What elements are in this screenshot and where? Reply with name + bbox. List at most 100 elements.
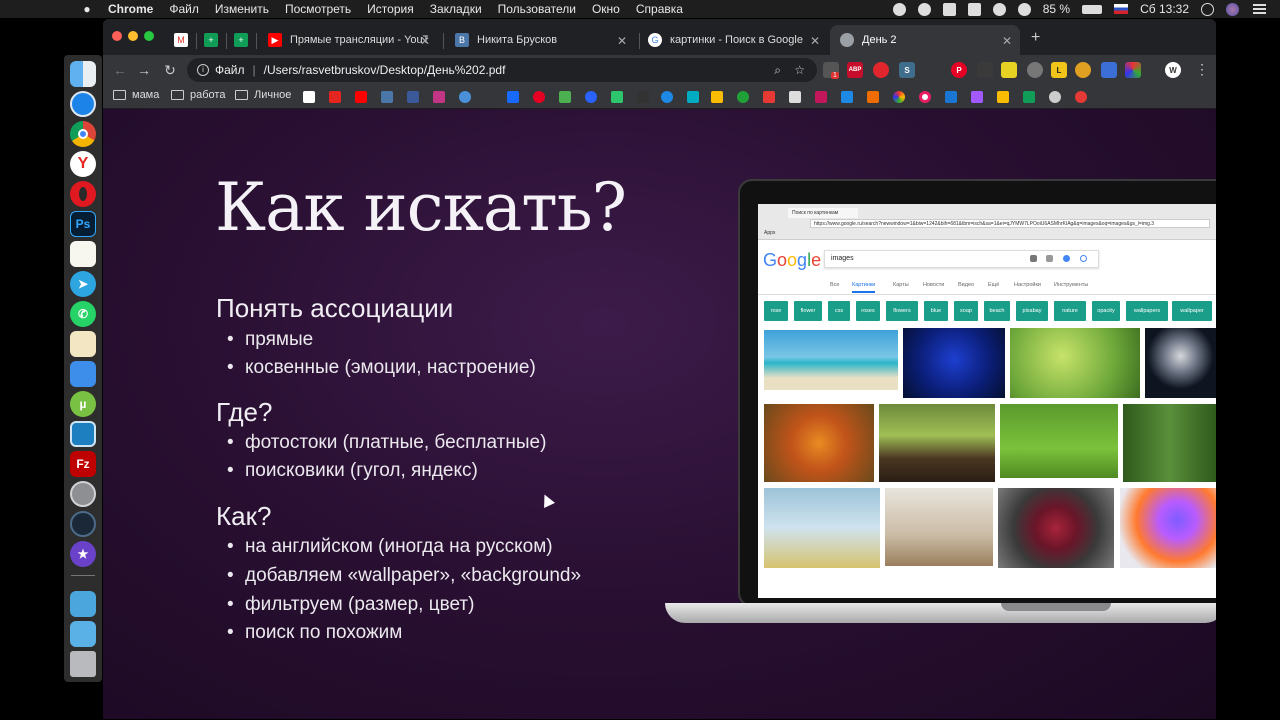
back-button[interactable]: ←	[111, 61, 129, 79]
menu-history[interactable]: История	[367, 2, 414, 16]
colorful-extension-icon[interactable]	[1125, 62, 1141, 78]
stickies-icon[interactable]	[70, 241, 96, 267]
menu-window[interactable]: Окно	[592, 2, 620, 16]
info-icon[interactable]: i	[197, 64, 209, 76]
pinterest-bookmark-icon[interactable]	[533, 91, 545, 103]
close-tab-icon[interactable]: ✕	[420, 34, 430, 48]
keynote-icon[interactable]	[70, 361, 96, 387]
orange-bookmark-icon[interactable]	[867, 91, 879, 103]
close-tab-icon[interactable]: ✕	[617, 34, 627, 48]
menu-edit[interactable]: Изменить	[215, 2, 269, 16]
bookmark-star-icon[interactable]: ☆	[794, 63, 805, 77]
youtube-bookmark-icon[interactable]	[355, 91, 367, 103]
sheets-pinned-tab-icon[interactable]: +	[204, 33, 218, 47]
applications-folder-icon[interactable]	[70, 621, 96, 647]
m-bookmark-icon[interactable]	[841, 91, 853, 103]
evernote-extension-icon[interactable]	[977, 62, 993, 78]
instagram-bookmark-icon[interactable]	[433, 91, 445, 103]
yandex-bookmark-icon[interactable]	[329, 91, 341, 103]
new-tab-button[interactable]: +	[1031, 29, 1040, 47]
check-bookmark-icon[interactable]	[637, 91, 649, 103]
youtube-ext-icon[interactable]	[1075, 62, 1091, 78]
blue-bookmark-icon[interactable]	[585, 91, 597, 103]
sberbank-bookmark-icon[interactable]	[737, 91, 749, 103]
trash-icon[interactable]	[70, 651, 96, 677]
menu-people[interactable]: Пользователи	[498, 2, 576, 16]
zoom-icon[interactable]: ⌕	[774, 63, 781, 78]
spotlight-icon[interactable]	[1201, 2, 1214, 16]
tab-day-2[interactable]: День 2 ✕	[830, 25, 1020, 55]
imovie-icon[interactable]: ★	[70, 541, 96, 567]
adblock-extension-icon[interactable]	[873, 62, 889, 78]
grid-bookmark-icon[interactable]	[789, 91, 801, 103]
gmail-bookmark-icon[interactable]	[303, 91, 315, 103]
system-preferences-icon[interactable]	[70, 481, 96, 507]
drive-bookmark-icon[interactable]	[997, 91, 1009, 103]
in-bookmark-icon[interactable]	[815, 91, 827, 103]
siri-icon[interactable]	[1226, 2, 1239, 16]
close-tab-icon[interactable]: ✕	[810, 34, 820, 48]
vk-bookmark-icon[interactable]	[381, 91, 393, 103]
downloads-folder-icon[interactable]	[70, 591, 96, 617]
menu-bookmarks[interactable]: Закладки	[430, 2, 482, 16]
whatsapp-icon[interactable]: ✆	[70, 301, 96, 327]
photoshop-icon[interactable]: Ps	[70, 211, 96, 237]
address-bar[interactable]: i Файл | /Users/rasvetbruskov/Desktop/Де…	[187, 58, 817, 82]
red-bookmark-icon[interactable]	[763, 91, 775, 103]
apple-icon[interactable]: ●	[80, 2, 94, 16]
adblock-plus-extension-icon[interactable]: ABP	[847, 62, 863, 78]
tab-youtube[interactable]: ▶ Прямые трансляции - YouTub ✕	[258, 25, 438, 55]
sheets-bookmark-icon[interactable]	[1023, 91, 1035, 103]
lastpass-extension-icon[interactable]: L	[1051, 62, 1067, 78]
globe-bookmark-icon[interactable]	[459, 91, 471, 103]
filezilla-icon[interactable]: Fz	[70, 451, 96, 477]
bookmark-folder-rabota[interactable]: работа	[171, 89, 225, 101]
notification-center-icon[interactable]	[1253, 4, 1266, 14]
airplay-icon[interactable]	[942, 2, 956, 16]
dropbox-icon[interactable]	[967, 2, 981, 16]
bluetooth-icon[interactable]	[992, 2, 1006, 16]
menu-file[interactable]: Файл	[169, 2, 199, 16]
steam-icon[interactable]	[70, 511, 96, 537]
color-picker-extension-icon[interactable]	[1001, 62, 1017, 78]
chrome-menu-icon[interactable]: ⋮	[1195, 61, 1209, 78]
finder-icon[interactable]	[70, 61, 96, 87]
facebook-bookmark-icon[interactable]	[407, 91, 419, 103]
multicolor-bookmark-icon[interactable]	[893, 91, 905, 103]
pinterest-extension-icon[interactable]: P	[951, 62, 967, 78]
textedit-icon[interactable]	[70, 331, 96, 357]
bookmark-folder-lichnoe[interactable]: Личное	[235, 89, 291, 101]
utorrent-icon[interactable]: µ	[70, 391, 96, 417]
sheets-pinned-tab-icon[interactable]: +	[234, 33, 248, 47]
play-bookmark-icon[interactable]	[945, 91, 957, 103]
ring-bookmark-icon[interactable]	[919, 91, 931, 103]
behance-bookmark-icon[interactable]	[507, 91, 519, 103]
gmail-pinned-tab-icon[interactable]: M	[174, 33, 188, 47]
heart-bookmark-icon[interactable]	[1075, 91, 1087, 103]
menu-view[interactable]: Посмотреть	[285, 2, 351, 16]
battery-icon[interactable]	[1082, 4, 1103, 14]
menu-app-chrome[interactable]: Chrome	[108, 2, 153, 16]
teal-bookmark-icon[interactable]	[687, 91, 699, 103]
clock[interactable]: Сб 13:32	[1140, 2, 1189, 16]
battery-percent[interactable]: 85 %	[1043, 2, 1070, 16]
record-icon[interactable]	[892, 2, 906, 16]
skype-extension-icon[interactable]: S	[899, 62, 915, 78]
club-bookmark-icon[interactable]	[1049, 91, 1061, 103]
forward-button[interactable]: →	[135, 61, 153, 79]
gear-extension-icon[interactable]	[1027, 62, 1043, 78]
telegram-icon[interactable]: ➤	[70, 271, 96, 297]
safari-icon[interactable]	[70, 91, 96, 117]
creative-cloud-icon[interactable]	[917, 2, 931, 16]
zoom-window-button[interactable]	[144, 31, 154, 41]
input-source-flag-icon[interactable]	[1114, 4, 1129, 14]
green-bookmark-icon[interactable]	[559, 91, 571, 103]
yandex-browser-icon[interactable]: Y	[70, 151, 96, 177]
tab-vk[interactable]: B Никита Брусков ✕	[445, 25, 635, 55]
wifi-icon[interactable]	[1017, 2, 1031, 16]
chart-bookmark-icon[interactable]	[711, 91, 723, 103]
bookmark-folder-mama[interactable]: мама	[113, 89, 159, 101]
reload-button[interactable]: ↻	[161, 61, 179, 79]
close-window-button[interactable]	[112, 31, 122, 41]
profile-avatar[interactable]: W	[1165, 62, 1181, 78]
